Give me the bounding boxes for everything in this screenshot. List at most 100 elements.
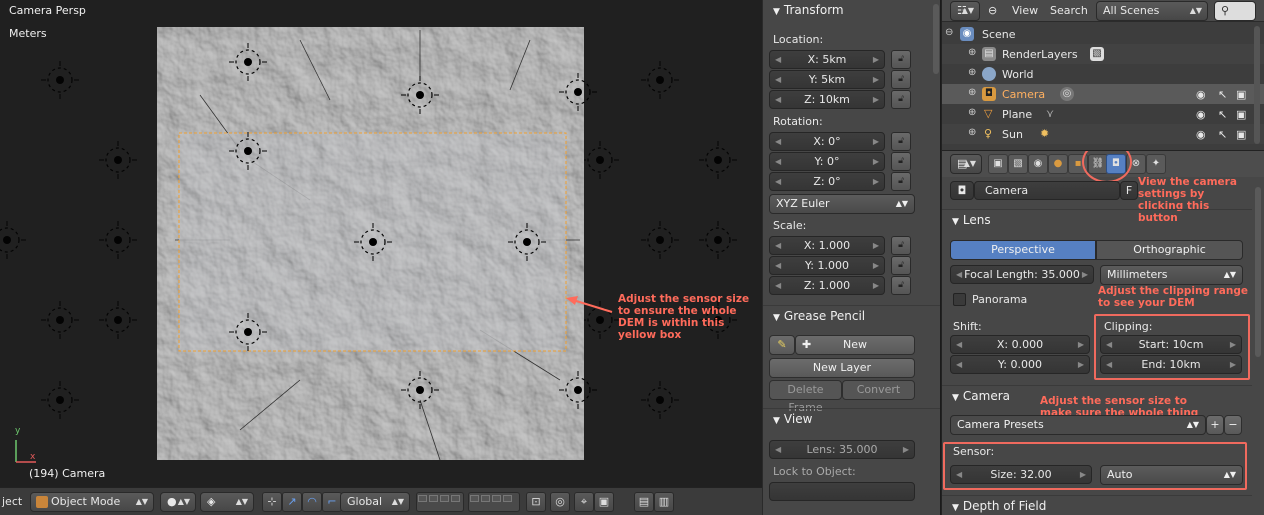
lock-icon[interactable]: 🔓︎ xyxy=(891,172,911,191)
proportional-edit-icon[interactable]: ◎ xyxy=(550,492,570,512)
sensor-fit-selector[interactable]: Auto ▲▼ xyxy=(1100,465,1243,485)
panorama-checkbox[interactable] xyxy=(953,293,966,306)
pivot-selector[interactable]: ◈ ▲▼ xyxy=(200,492,254,512)
tab-scene-icon[interactable]: ◉ xyxy=(1028,154,1048,174)
tab-render-icon[interactable]: ▣ xyxy=(988,154,1008,174)
lock-icon[interactable]: 🔓︎ xyxy=(891,256,911,275)
cursor-icon[interactable]: ↖ xyxy=(1218,88,1227,101)
rotation-y-field[interactable]: ◀ Y: 0° ▶ xyxy=(769,152,885,171)
expand-icon[interactable]: ⊕ xyxy=(968,47,976,58)
pencil-icon[interactable]: ✎ xyxy=(769,335,795,355)
lock-icon[interactable]: 🔓︎ xyxy=(891,276,911,295)
focal-length-field[interactable]: ◀ Focal Length: 35.000 ▶ xyxy=(950,265,1094,284)
tab-particles-icon[interactable]: ✦ xyxy=(1146,154,1166,174)
shading-selector[interactable]: ● ▲▼ xyxy=(160,492,196,512)
display-mode-selector[interactable]: All Scenes ▲▼ xyxy=(1096,1,1208,21)
expand-icon[interactable]: ⊕ xyxy=(968,87,976,98)
render-still-icon[interactable]: ▤ xyxy=(634,492,654,512)
scale-y-field[interactable]: ◀ Y: 1.000 ▶ xyxy=(769,256,885,275)
grease-pencil-panel-header[interactable]: ▼ Grease Pencil xyxy=(763,305,940,327)
outliner-row-plane[interactable]: ⊕ ▽ Plane ⋎ ◉ ↖ ▣ xyxy=(942,104,1264,124)
add-preset-button[interactable]: + xyxy=(1206,415,1224,435)
outliner-scrollbar[interactable] xyxy=(1254,26,1260,144)
outliner-row-sun[interactable]: ⊕ ♀ Sun ✹ ◉ ↖ ▣ xyxy=(942,124,1264,144)
editor-type-selector[interactable]: ☷ ▲▼ xyxy=(950,1,980,21)
convert-button[interactable]: Convert xyxy=(842,380,915,400)
camera-presets-selector[interactable]: Camera Presets ▲▼ xyxy=(950,415,1206,435)
eye-icon[interactable]: ◉ xyxy=(1196,128,1206,141)
fake-user-button[interactable]: F xyxy=(1120,181,1138,200)
shelf-scrollbar[interactable] xyxy=(933,4,939,74)
outliner-row-camera[interactable]: ⊕ ◘ Camera ◎ ◉ ↖ ▣ xyxy=(942,84,1264,104)
render-icon[interactable]: ▣ xyxy=(1236,128,1246,141)
delete-frame-button[interactable]: Delete Frame xyxy=(769,380,842,414)
clip-end-field[interactable]: ◀ End: 10km ▶ xyxy=(1100,355,1242,374)
new-grease-pencil-button[interactable]: ✚ New xyxy=(795,335,915,355)
lock-icon[interactable]: 🔓︎ xyxy=(891,236,911,255)
search-field[interactable]: ⚲ xyxy=(1214,1,1256,21)
snap-element-icon[interactable]: ▣ xyxy=(594,492,614,512)
new-layer-button[interactable]: New Layer xyxy=(769,358,915,378)
editor-type-selector[interactable]: ▤ ▲▼ xyxy=(950,154,982,174)
scale-icon[interactable]: ⌐ xyxy=(322,492,342,512)
translate-icon[interactable]: ↗ xyxy=(282,492,302,512)
tab-render-layers-icon[interactable]: ▧ xyxy=(1008,154,1028,174)
collapse-icon[interactable]: ⊖ xyxy=(945,27,953,38)
view-panel-header[interactable]: ▼ View xyxy=(763,408,940,430)
lock-icon[interactable]: 🔓︎ xyxy=(891,50,911,69)
lock-icon[interactable]: 🔓︎ xyxy=(891,90,911,109)
rotation-mode-selector[interactable]: XYZ Euler ▲▼ xyxy=(769,194,915,214)
rotation-z-field[interactable]: ◀ Z: 0° ▶ xyxy=(769,172,885,191)
manipulator-toggle-icon[interactable]: ⊹ xyxy=(262,492,282,512)
lock-layers-icon[interactable]: ⊡ xyxy=(526,492,546,512)
tab-world-icon[interactable]: ● xyxy=(1048,154,1068,174)
eye-icon[interactable]: ◉ xyxy=(1196,88,1206,101)
camera-name-field[interactable]: Camera xyxy=(974,181,1120,200)
search-menu[interactable]: Search xyxy=(1050,4,1088,17)
3d-viewport[interactable]: Camera Persp Meters (194) Camera y x Adj… xyxy=(0,0,762,487)
eye-icon[interactable]: ◉ xyxy=(1196,108,1206,121)
viewport-lens-field[interactable]: ◀ Lens: 35.000 ▶ xyxy=(769,440,915,459)
layers-grid-1[interactable] xyxy=(416,492,464,512)
lock-icon[interactable]: 🔓︎ xyxy=(891,70,911,89)
transform-orientation-selector[interactable]: Global ▲▼ xyxy=(340,492,410,512)
lens-unit-selector[interactable]: Millimeters ▲▼ xyxy=(1100,265,1243,285)
location-x-field[interactable]: ◀ X: 5km ▶ xyxy=(769,50,885,69)
outliner-row-world[interactable]: ⊕ World xyxy=(942,64,1264,84)
sensor-size-field[interactable]: ◀ Size: 32.00 ▶ xyxy=(950,465,1092,484)
lock-object-field[interactable] xyxy=(769,482,915,501)
render-icon[interactable]: ▣ xyxy=(1236,88,1246,101)
outliner-row-scene[interactable]: ⊖ ◉ Scene xyxy=(942,24,1264,44)
layers-grid-2[interactable] xyxy=(468,492,520,512)
orthographic-button[interactable]: Orthographic xyxy=(1096,240,1243,260)
cursor-icon[interactable]: ↖ xyxy=(1218,128,1227,141)
perspective-button[interactable]: Perspective xyxy=(950,240,1096,260)
snap-icon[interactable]: ⌖ xyxy=(574,492,594,512)
cursor-icon[interactable]: ↖ xyxy=(1218,108,1227,121)
lock-icon[interactable]: 🔓︎ xyxy=(891,152,911,171)
lens-panel-header[interactable]: ▼ Lens xyxy=(942,209,1252,231)
render-icon[interactable]: ▣ xyxy=(1236,108,1246,121)
expand-icon[interactable]: ⊕ xyxy=(968,127,976,138)
shift-y-field[interactable]: ◀ Y: 0.000 ▶ xyxy=(950,355,1090,374)
transform-panel-header[interactable]: ▼ Transform xyxy=(763,0,940,22)
expand-icon[interactable]: ⊕ xyxy=(968,67,976,78)
rotate-icon[interactable]: ◠ xyxy=(302,492,322,512)
editor-menu-label[interactable]: ject xyxy=(2,495,22,508)
outliner-row-renderlayers[interactable]: ⊕ ▤ RenderLayers ▧ xyxy=(942,44,1264,64)
remove-preset-button[interactable]: − xyxy=(1224,415,1242,435)
lock-icon[interactable]: 🔓︎ xyxy=(891,132,911,151)
expand-icon[interactable]: ⊕ xyxy=(968,107,976,118)
rotation-x-field[interactable]: ◀ X: 0° ▶ xyxy=(769,132,885,151)
properties-scrollbar[interactable] xyxy=(1255,187,1261,357)
collapse-menu-icon[interactable]: ⊖ xyxy=(988,4,997,17)
location-z-field[interactable]: ◀ Z: 10km ▶ xyxy=(769,90,885,109)
scale-x-field[interactable]: ◀ X: 1.000 ▶ xyxy=(769,236,885,255)
shift-x-field[interactable]: ◀ X: 0.000 ▶ xyxy=(950,335,1090,354)
scale-z-field[interactable]: ◀ Z: 1.000 ▶ xyxy=(769,276,885,295)
mode-selector[interactable]: Object Mode ▲▼ xyxy=(30,492,154,512)
depth-of-field-panel-header[interactable]: ▼ Depth of Field xyxy=(942,495,1252,515)
clip-start-field[interactable]: ◀ Start: 10cm ▶ xyxy=(1100,335,1242,354)
location-y-field[interactable]: ◀ Y: 5km ▶ xyxy=(769,70,885,89)
render-animation-icon[interactable]: ▥ xyxy=(654,492,674,512)
